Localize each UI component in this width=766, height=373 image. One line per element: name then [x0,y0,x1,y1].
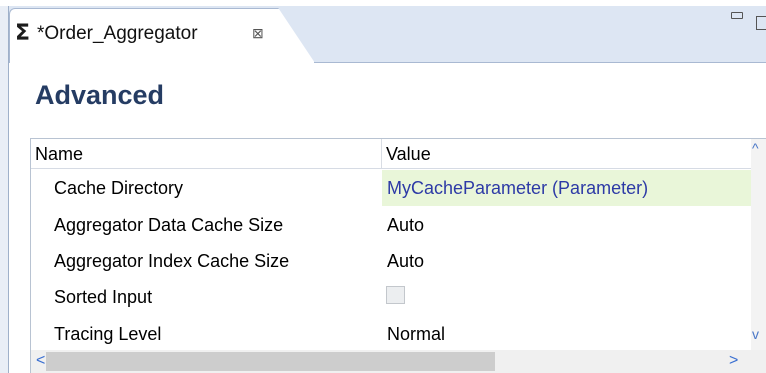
horizontal-scrollbar-thumb[interactable] [46,352,495,371]
property-value-aggregator-data-cache-size[interactable]: Auto [387,215,424,235]
sigma-icon: Σ [15,21,31,46]
maximize-icon[interactable] [756,16,766,30]
section-title: Advanced [35,80,165,110]
property-name-aggregator-data-cache-size[interactable]: Aggregator Data Cache Size [54,215,283,235]
property-value-aggregator-index-cache-size[interactable]: Auto [387,251,424,271]
scroll-left-icon[interactable]: < [36,352,45,370]
column-header-value[interactable]: Value [386,144,431,164]
property-name-sorted-input[interactable]: Sorted Input [54,287,152,307]
vertical-scrollbar[interactable] [751,139,766,350]
minimize-icon[interactable] [731,12,743,19]
property-name-aggregator-index-cache-size[interactable]: Aggregator Index Cache Size [54,251,289,271]
property-name-cache-directory[interactable]: Cache Directory [54,178,183,198]
close-icon[interactable]: ⊠ [252,23,264,43]
scroll-down-icon[interactable]: v [752,327,759,341]
scroll-right-icon[interactable]: > [729,352,738,370]
left-panel-edge [0,6,9,373]
column-header-name[interactable]: Name [35,144,83,164]
scroll-up-icon[interactable]: ^ [752,141,759,155]
property-value-tracing-level[interactable]: Normal [387,324,445,344]
column-header-separator[interactable] [381,139,382,168]
editor-tab-title[interactable]: *Order_Aggregator [37,23,198,45]
property-name-tracing-level[interactable]: Tracing Level [54,324,161,344]
sorted-input-checkbox[interactable] [386,286,405,304]
property-value-cache-directory[interactable]: MyCacheParameter (Parameter) [387,178,648,198]
